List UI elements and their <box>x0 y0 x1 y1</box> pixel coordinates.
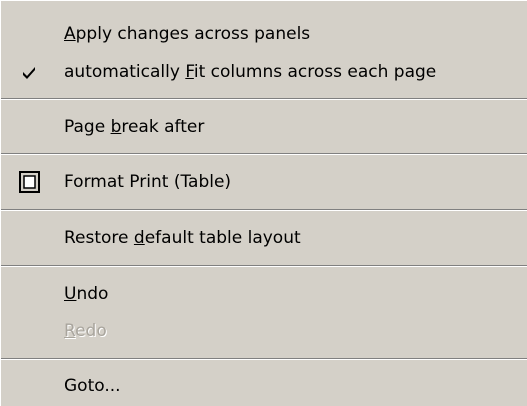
menu-item-undo[interactable]: Undo <box>1 277 527 311</box>
menu-item-format-print-table[interactable]: Format Print (Table) <box>1 165 527 199</box>
menu-separator <box>1 98 527 100</box>
menu-item-auto-fit-columns[interactable]: automatically Fit columns across each pa… <box>1 55 527 89</box>
menu-item-label: Restore default table layout <box>64 228 301 248</box>
menu-item-label: Goto... <box>64 376 121 396</box>
menu-item-label: automatically Fit columns across each pa… <box>64 62 437 82</box>
table-frame-icon <box>19 171 40 193</box>
menu-separator <box>1 209 527 211</box>
menu-item-label: Undo <box>64 284 109 304</box>
menu-separator <box>1 153 527 155</box>
menu-item-goto[interactable]: Goto... <box>1 369 527 403</box>
menu-item-page-break-after[interactable]: Page break after <box>1 110 527 144</box>
menu-item-label: Apply changes across panels <box>64 24 311 44</box>
menu-item-label: Redo <box>64 321 107 341</box>
context-menu: Apply changes across panels automaticall… <box>0 0 527 406</box>
menu-item-restore-default-layout[interactable]: Restore default table layout <box>1 221 527 255</box>
menu-item-apply-changes[interactable]: Apply changes across panels <box>1 17 527 51</box>
checkmark-icon <box>23 67 35 79</box>
menu-item-redo: Redo <box>1 314 527 348</box>
menu-item-label: Page break after <box>64 117 205 137</box>
menu-separator <box>1 358 527 360</box>
menu-item-label: Format Print (Table) <box>64 172 232 192</box>
menu-separator <box>1 265 527 267</box>
